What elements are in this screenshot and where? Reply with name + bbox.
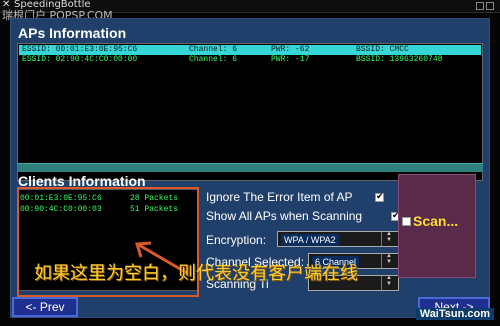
spinner-icon[interactable] bbox=[381, 275, 398, 290]
spinner-icon[interactable] bbox=[381, 231, 398, 246]
ignore-error-checkbox[interactable] bbox=[375, 191, 384, 202]
minimize-icon[interactable] bbox=[476, 2, 484, 10]
maximize-icon[interactable] bbox=[486, 2, 494, 10]
ap-essid: ESSID: 00:01:E3:0E:95:C6 bbox=[22, 45, 138, 54]
aps-header: APs Information bbox=[18, 25, 127, 41]
bottom-watermark: WaiTsun.com bbox=[415, 308, 494, 320]
scan-panel: Scan... bbox=[398, 174, 476, 278]
ap-pwr: PWR: -17 bbox=[271, 55, 310, 64]
ap-channel: Channel: 6 bbox=[189, 55, 238, 64]
encryption-select[interactable]: WPA / WPA2 bbox=[277, 231, 399, 247]
window-controls bbox=[476, 2, 494, 10]
app-window: ✕ SpeedingBottle 瑞根门户 POPSP.COM APs Info… bbox=[0, 0, 500, 326]
scan-checkbox[interactable] bbox=[402, 217, 411, 226]
ap-essid: ESSID: 02:90:4C:C0:00:00 bbox=[22, 55, 138, 64]
ap-bssid: BSSID: CMCC bbox=[356, 45, 409, 54]
ignore-error-label: Ignore The Error Item of AP bbox=[206, 190, 353, 204]
scan-label[interactable]: Scan... bbox=[413, 213, 458, 229]
ap-list[interactable]: ESSID: 00:01:E3:0E:95:C6 Channel: 6 PWR:… bbox=[17, 43, 483, 181]
ap-row[interactable]: ESSID: 00:01:E3:0E:95:C6 Channel: 6 PWR:… bbox=[19, 45, 481, 55]
prev-button[interactable]: <- Prev bbox=[12, 297, 78, 317]
show-all-label: Show All APs when Scanning bbox=[206, 209, 363, 223]
spinner-icon[interactable] bbox=[381, 253, 398, 268]
ap-list-scrollbar[interactable] bbox=[17, 163, 483, 172]
ap-channel: Channel: 6 bbox=[189, 45, 238, 54]
ap-row[interactable]: ESSID: 02:90:4C:C0:00:00 Channel: 6 PWR:… bbox=[19, 55, 481, 65]
annotation-text: 如果这里为空白，则代表没有客户端在线 bbox=[34, 263, 358, 284]
ap-bssid: BSSID: 13963260748 bbox=[356, 55, 443, 64]
encryption-value: WPA / WPA2 bbox=[281, 234, 339, 246]
ap-pwr: PWR: -62 bbox=[271, 45, 310, 54]
encryption-label: Encryption: bbox=[206, 233, 267, 247]
